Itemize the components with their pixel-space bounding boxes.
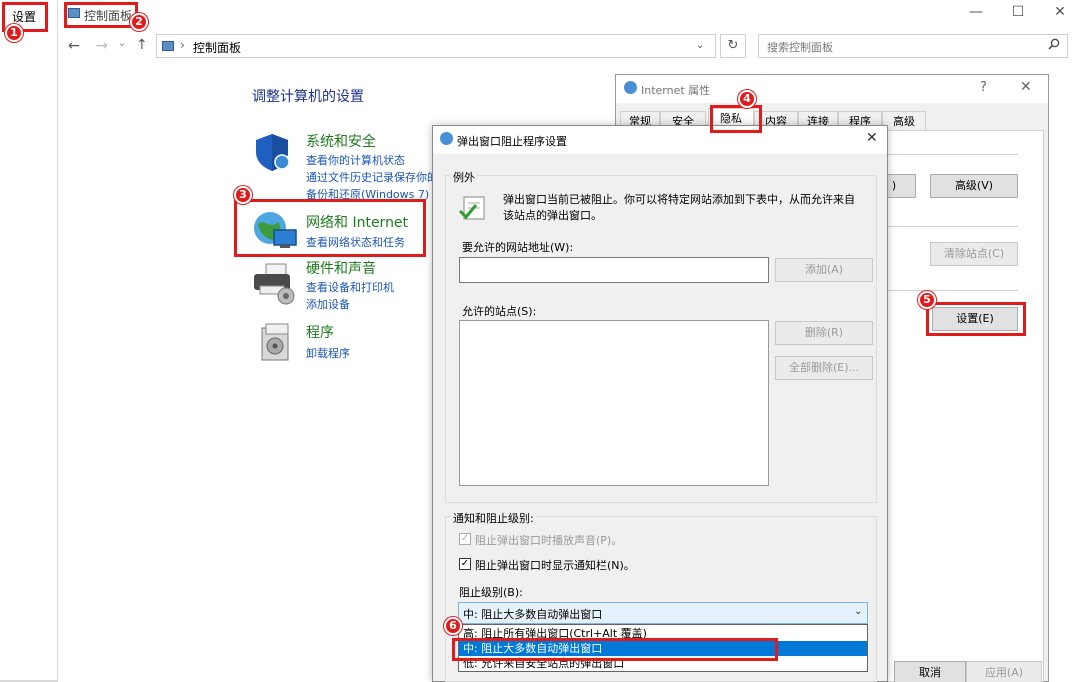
exceptions-group-label: 例外: [451, 169, 477, 185]
play-sound-checkbox[interactable]: ✓: [459, 533, 471, 545]
link-add-device[interactable]: 添加设备: [306, 296, 350, 312]
recent-locations-chevron-icon[interactable]: ⌄: [118, 38, 126, 49]
blocking-level-value: 中: 阻止大多数自动弹出窗口: [463, 608, 603, 621]
exceptions-description: 弹出窗口当前已被阻止。你可以将特定网站添加到下表中，从而允许来自该站点的弹出窗口…: [503, 193, 855, 222]
website-address-input[interactable]: [459, 257, 769, 283]
category-system-security[interactable]: 系统和安全: [306, 131, 376, 151]
clear-sites-button[interactable]: 清除站点(C): [930, 242, 1018, 266]
allowed-sites-label: 允许的站点(S):: [462, 305, 537, 318]
tab-advanced[interactable]: 高级: [882, 111, 926, 131]
chevron-down-icon[interactable]: ⌄: [696, 40, 704, 51]
play-sound-label: 阻止弹出窗口时播放声音(P)。: [475, 534, 623, 547]
breadcrumb-control-panel[interactable]: 控制面板: [193, 39, 241, 56]
help-button[interactable]: ?: [980, 80, 987, 95]
notifications-group-label: 通知和阻止级别:: [451, 510, 536, 526]
breadcrumb-separator: ›: [180, 38, 185, 52]
divider: [888, 154, 1018, 155]
close-button[interactable]: ✕: [866, 130, 878, 146]
show-bar-checkbox[interactable]: ✓: [459, 558, 471, 570]
annotation-badge: 4: [738, 90, 756, 108]
cancel-button[interactable]: 取消: [894, 661, 966, 682]
programs-icon: [258, 322, 298, 362]
annotation-box-5: [926, 302, 1026, 336]
search-placeholder: 搜索控制面板: [767, 41, 833, 54]
add-button[interactable]: 添加(A): [775, 258, 873, 282]
up-arrow-icon[interactable]: ↑: [136, 37, 148, 53]
maximize-button[interactable]: ☐: [1008, 4, 1028, 20]
link-devices-printers[interactable]: 查看设备和打印机: [306, 279, 394, 295]
control-panel-icon: [162, 41, 174, 51]
annotation-box-3: [234, 199, 426, 257]
allowed-sites-list[interactable]: [459, 320, 769, 486]
annotation-badge: 5: [918, 291, 936, 309]
settings-window: [0, 0, 58, 682]
info-checklist-icon: [458, 195, 488, 223]
advanced-button[interactable]: 高级(V): [930, 174, 1018, 198]
refresh-button[interactable]: ↻: [720, 34, 746, 58]
internet-options-icon: [624, 81, 637, 94]
show-bar-label: 阻止弹出窗口时显示通知栏(N)。: [475, 559, 635, 572]
shield-icon: [252, 132, 292, 172]
printer-icon: [252, 262, 295, 305]
annotation-badge: 3: [234, 186, 252, 204]
blocking-level-label: 阻止级别(B):: [459, 586, 523, 599]
annotation-box-2: [64, 2, 138, 28]
window-title: Internet 属性: [641, 84, 711, 97]
annotation-badge: 1: [5, 24, 23, 42]
minimize-button[interactable]: —: [966, 4, 986, 20]
link-uninstall-program[interactable]: 卸载程序: [306, 345, 350, 361]
apply-button[interactable]: 应用(A): [966, 661, 1042, 682]
link-view-computer-status[interactable]: 查看你的计算机状态: [306, 152, 405, 168]
search-icon[interactable]: [1048, 38, 1060, 54]
annotation-badge: 2: [130, 13, 148, 31]
close-button[interactable]: ✕: [1050, 4, 1070, 20]
remove-button[interactable]: 删除(R): [775, 321, 873, 345]
internet-options-icon: [440, 132, 453, 145]
chevron-down-icon[interactable]: ⌄: [854, 606, 862, 617]
back-arrow-icon[interactable]: ←: [68, 38, 80, 54]
annotation-box-4: [710, 105, 762, 133]
page-title: 调整计算机的设置: [252, 89, 364, 105]
link-file-history[interactable]: 通过文件历史记录保存你的: [306, 169, 438, 185]
category-programs[interactable]: 程序: [306, 322, 334, 342]
dialog-title: 弹出窗口阻止程序设置: [457, 135, 567, 148]
address-label: 要允许的网站地址(W):: [462, 241, 574, 254]
divider: [888, 290, 1018, 291]
annotation-box-6: [452, 638, 778, 661]
annotation-badge: 6: [444, 617, 462, 635]
category-hardware-sound[interactable]: 硬件和声音: [306, 258, 376, 278]
close-button[interactable]: ✕: [1020, 79, 1032, 95]
divider: [888, 226, 1018, 227]
forward-arrow-icon[interactable]: →: [96, 38, 108, 54]
remove-all-button[interactable]: 全部删除(E)...: [775, 356, 873, 380]
